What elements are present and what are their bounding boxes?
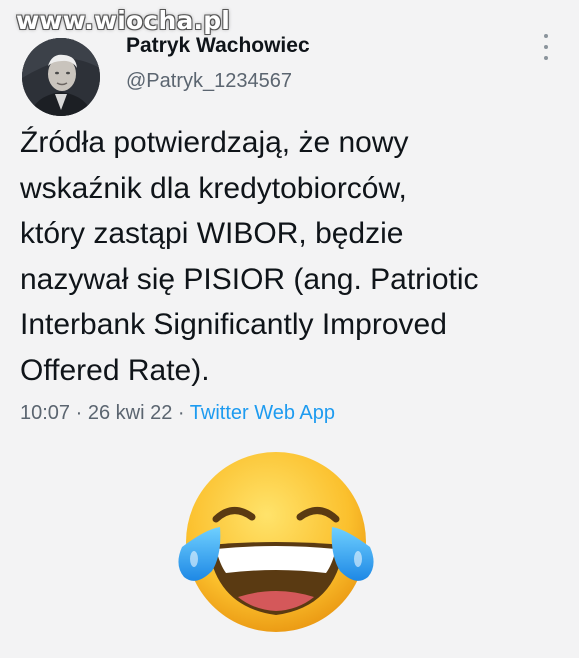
more-vertical-icon[interactable]	[538, 34, 554, 60]
avatar-image	[22, 38, 100, 116]
meta-separator: ·	[172, 402, 190, 424]
meta-separator: ·	[70, 402, 88, 424]
author-name[interactable]: Patryk Wachowiec	[126, 34, 310, 58]
more-dot	[544, 34, 548, 38]
author-avatar[interactable]	[22, 38, 100, 116]
tears-of-joy-emoji	[176, 447, 376, 647]
tweet-meta: 10:07 · 26 kwi 22 · Twitter Web App	[20, 402, 335, 425]
tweet-source-app[interactable]: Twitter Web App	[190, 402, 335, 424]
site-watermark: www.wiocha.pl	[16, 6, 231, 35]
tweet-time[interactable]: 10:07	[20, 402, 70, 424]
author-handle[interactable]: @Patryk_1234567	[126, 70, 292, 93]
tweet-text: Źródła potwierdzają, że nowy wskaźnik dl…	[20, 126, 479, 387]
more-dot	[544, 45, 548, 49]
more-dot	[544, 56, 548, 60]
tweet-date[interactable]: 26 kwi 22	[88, 402, 173, 424]
